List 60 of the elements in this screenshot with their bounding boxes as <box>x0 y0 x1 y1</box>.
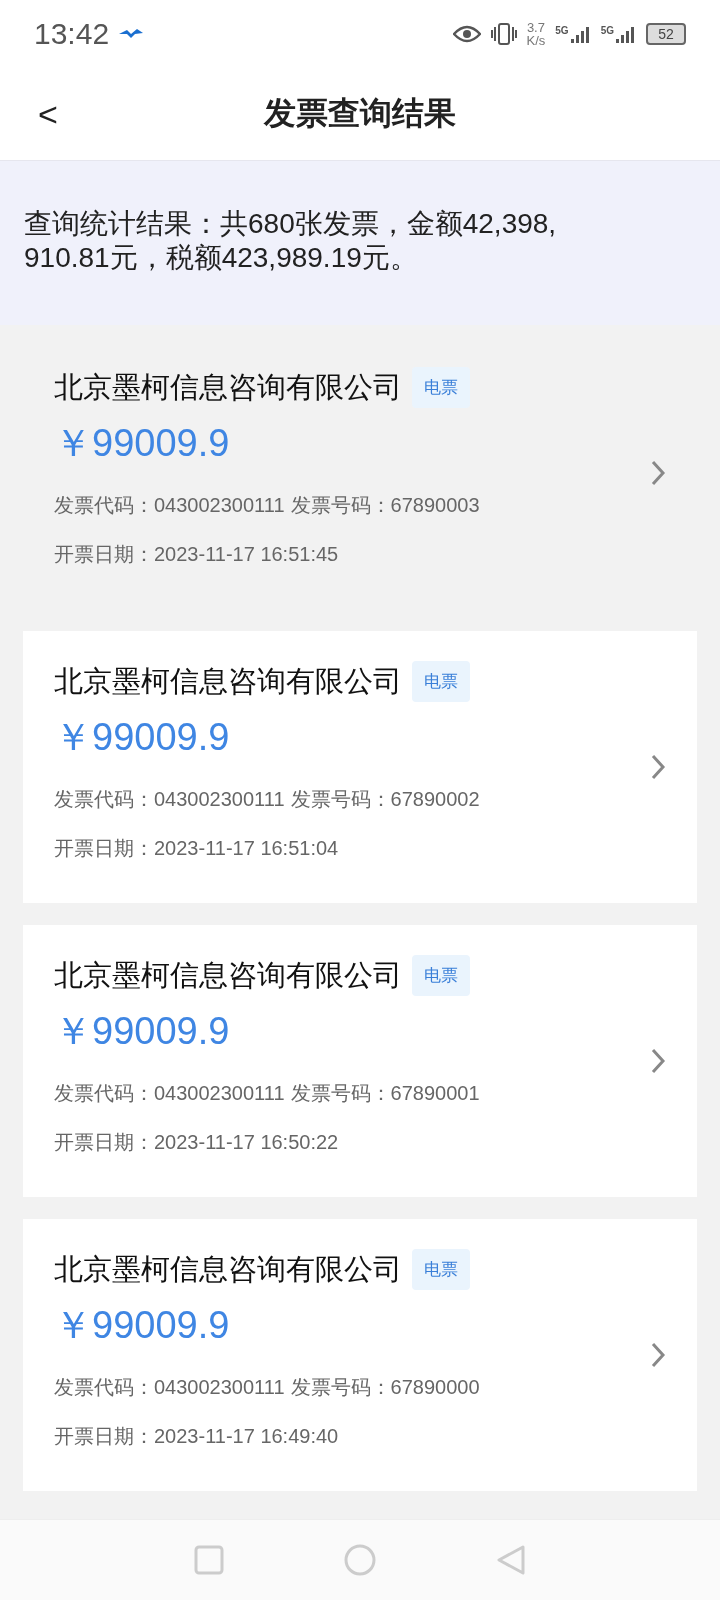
company-name: 北京墨柯信息咨询有限公司 <box>54 369 402 405</box>
signal-icon <box>570 25 591 43</box>
code-label: 发票代码： <box>54 1375 154 1400</box>
invoice-amount: ￥99009.9 <box>54 715 231 760</box>
clock: 13:42 <box>34 17 110 51</box>
company-name: 北京墨柯信息咨询有限公司 <box>54 957 402 993</box>
back-icon[interactable] <box>496 1544 526 1576</box>
company-name: 北京墨柯信息咨询有限公司 <box>54 663 402 699</box>
invoice-code: 043002300111 <box>154 787 285 812</box>
page-title: 发票查询结果 <box>264 94 456 133</box>
number-label: 发票号码： <box>290 1081 391 1106</box>
home-icon[interactable] <box>344 1544 376 1576</box>
invoice-type-tag: 电票 <box>412 955 470 996</box>
network-label: 5G <box>600 25 614 36</box>
invoice-amount: ￥99009.9 <box>54 1009 231 1054</box>
back-button[interactable]: < <box>30 90 66 138</box>
invoice-number: 67890000 <box>390 1375 480 1400</box>
invoice-number: 67890002 <box>390 787 480 812</box>
eye-icon <box>452 25 481 43</box>
invoice-code: 043002300111 <box>154 493 285 518</box>
chevron-icon <box>650 1047 666 1075</box>
chevron-icon <box>650 459 666 487</box>
code-label: 发票代码： <box>54 493 154 518</box>
invoice-number: 67890001 <box>390 1081 480 1106</box>
date-label: 开票日期： <box>54 1424 154 1449</box>
date-label: 开票日期： <box>54 836 154 861</box>
network-label: 5G <box>555 25 569 36</box>
invoice-code: 043002300111 <box>154 1375 285 1400</box>
chevron-icon <box>650 753 666 781</box>
invoice-type-tag: 电票 <box>412 661 470 702</box>
invoice-number: 67890003 <box>390 493 480 518</box>
invoice-amount: ￥99009.9 <box>54 421 231 466</box>
company-name: 北京墨柯信息咨询有限公司 <box>54 1251 402 1287</box>
invoice-card[interactable]: 北京墨柯信息咨询有限公司 电票 ￥99009.9 发票代码：043002300111 发票号码：67890000 开票日期：2023-11-17 16:49:40 <box>23 1219 697 1491</box>
invoice-date: 2023-11-17 16:50:22 <box>154 1130 339 1155</box>
summary-text: 查询统计结果：共680张发票，金额42,398,910.81元，税额423,989.19元。 <box>24 207 558 275</box>
battery-icon: 52 <box>646 23 686 45</box>
code-label: 发票代码： <box>54 1081 154 1106</box>
number-label: 发票号码： <box>290 787 391 812</box>
invoice-date: 2023-11-17 16:51:45 <box>154 542 339 567</box>
vibrate-icon <box>490 23 517 45</box>
signal-icon <box>616 25 636 43</box>
speed-unit: K/s <box>526 34 546 47</box>
recents-icon[interactable] <box>194 1545 224 1575</box>
date-label: 开票日期： <box>54 542 154 567</box>
code-label: 发票代码： <box>54 787 154 812</box>
invoice-date: 2023-11-17 16:51:04 <box>154 836 339 861</box>
number-label: 发票号码： <box>290 493 391 518</box>
chevron-icon <box>650 1341 666 1369</box>
invoice-type-tag: 电票 <box>412 1249 470 1290</box>
speed-value: 3.7 <box>526 21 545 34</box>
bird-icon <box>119 28 144 40</box>
invoice-card[interactable]: 北京墨柯信息咨询有限公司 电票 ￥99009.9 发票代码：043002300111 发票号码：67890002 开票日期：2023-11-17 16:51:04 <box>23 631 697 903</box>
invoice-date: 2023-11-17 16:49:40 <box>154 1424 339 1449</box>
invoice-type-tag: 电票 <box>412 367 470 408</box>
invoice-amount: ￥99009.9 <box>54 1303 231 1348</box>
invoice-card[interactable]: 北京墨柯信息咨询有限公司 电票 ￥99009.9 发票代码：043002300111 发票号码：67890001 开票日期：2023-11-17 16:50:22 <box>23 925 697 1197</box>
invoice-code: 043002300111 <box>154 1081 285 1106</box>
number-label: 发票号码： <box>290 1375 391 1400</box>
date-label: 开票日期： <box>54 1130 154 1155</box>
